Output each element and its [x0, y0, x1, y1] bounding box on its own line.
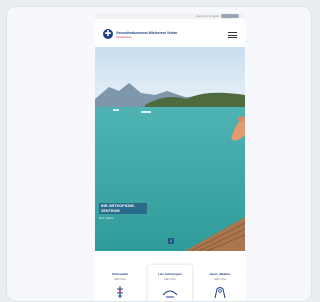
mobile-page-preview[interactable]: Deutsch | English ✚ Gesundheitszentrum W… — [95, 13, 245, 301]
hamburger-menu-icon[interactable] — [228, 32, 237, 38]
brand-subtitle: Rehabilitation — [116, 36, 132, 39]
service-title: Orthopädie — [111, 272, 128, 276]
service-card-schulungen[interactable]: Live Schulungen Mehr Infos — [148, 265, 192, 301]
hero-image: IHR ORTHOPÄDIE- ZENTRUM Mehr erfahren 1 — [95, 47, 245, 251]
hero-title: IHR ORTHOPÄDIE- ZENTRUM — [99, 203, 147, 215]
spine-icon — [117, 286, 123, 298]
treatment-icon — [162, 290, 178, 298]
cross-logo-icon[interactable]: ✚ — [103, 29, 113, 39]
brand-name[interactable]: Gesundheitszentrum Wörthersee Velden — [116, 31, 177, 35]
service-cards: Orthopädie Mehr Infos Live Schulungen Me… — [95, 265, 245, 301]
hero-cta-link[interactable]: Mehr erfahren — [99, 217, 131, 220]
knee-icon — [214, 287, 226, 299]
carousel-pager[interactable]: 1 — [168, 238, 174, 244]
service-title: Sport- Medizin — [209, 272, 231, 276]
site-header: ✚ Gesundheitszentrum Wörthersee Velden R… — [95, 19, 245, 47]
service-card-orthopaedie[interactable]: Orthopädie Mehr Infos — [98, 265, 142, 301]
service-subtitle: Mehr Infos — [214, 278, 226, 281]
service-subtitle: Mehr Infos — [114, 278, 126, 281]
contact-pill-button[interactable] — [221, 14, 239, 18]
service-card-sportmedizin[interactable]: Sport- Medizin Mehr Infos — [198, 265, 242, 301]
service-title: Live Schulungen — [157, 272, 182, 276]
service-subtitle: Mehr Infos — [164, 278, 176, 281]
lake-scene-image — [95, 47, 245, 251]
preview-card: Deutsch | English ✚ Gesundheitszentrum W… — [6, 6, 312, 302]
language-switch[interactable]: Deutsch | English — [196, 14, 219, 18]
